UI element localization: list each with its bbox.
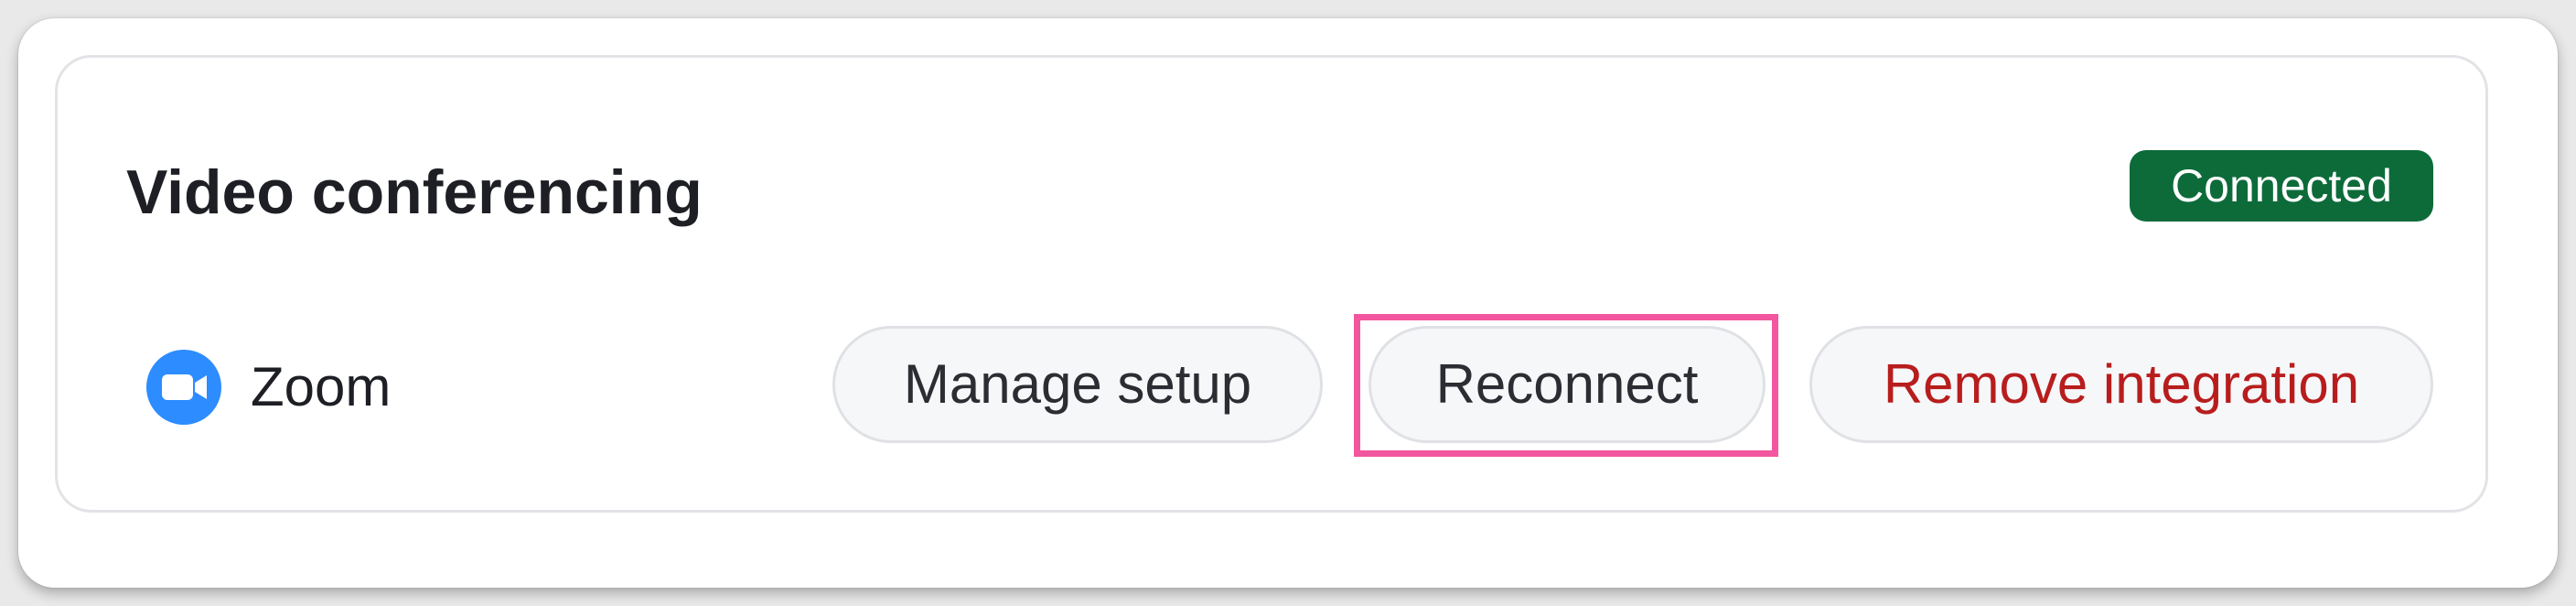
reconnect-button[interactable]: Reconnect: [1368, 326, 1766, 443]
section-title: Video conferencing: [126, 157, 703, 227]
manage-setup-button[interactable]: Manage setup: [832, 326, 1323, 443]
screenshot-canvas: Video conferencing Connected Zoom Manage…: [0, 0, 2576, 606]
provider-name: Zoom: [251, 356, 392, 417]
status-badge: Connected: [2130, 150, 2433, 222]
remove-integration-button[interactable]: Remove integration: [1809, 326, 2433, 443]
zoom-camera-icon: [146, 350, 221, 425]
zoom-camera-icon-graphic: [162, 374, 207, 400]
video-conferencing-card: [55, 55, 2488, 513]
